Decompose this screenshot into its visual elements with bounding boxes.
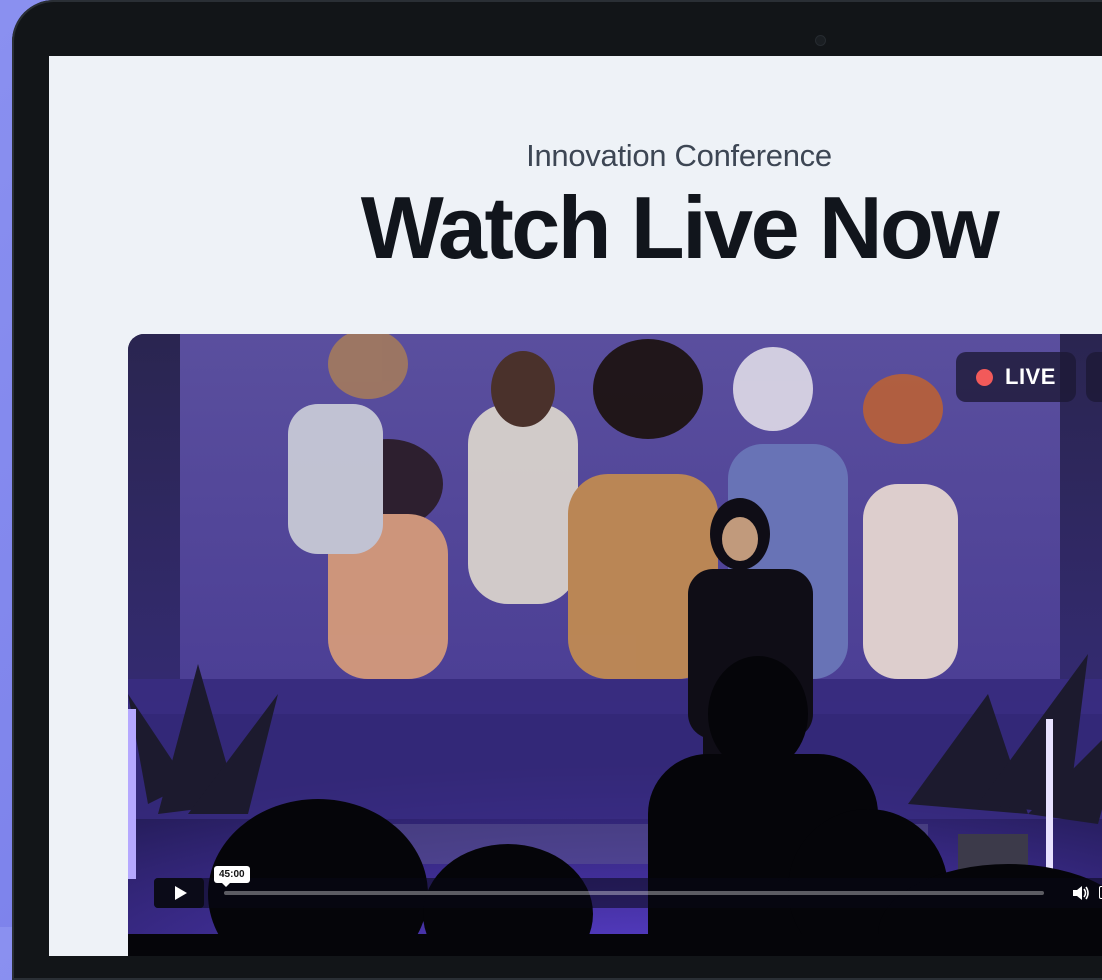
video-controls-bar: 45:00 CC	[154, 866, 1102, 908]
stage-scene-image	[128, 334, 1102, 956]
camera-icon	[815, 35, 826, 46]
volume-icon[interactable]	[1072, 885, 1090, 901]
progress-track[interactable]	[224, 891, 1044, 895]
live-badge: LIVE	[956, 352, 1076, 402]
play-icon	[174, 886, 187, 900]
play-button[interactable]	[154, 878, 204, 908]
live-label: LIVE	[1005, 364, 1056, 389]
laptop-screen: Innovation Conference Watch Live Now LIV…	[49, 56, 1102, 956]
record-dot-icon	[976, 368, 993, 386]
page-title: Watch Live Now	[360, 178, 1000, 277]
time-tooltip: 45:00	[214, 866, 250, 887]
event-subtitle: Innovation Conference	[526, 138, 832, 173]
video-player[interactable]: LIVE 45:00 CC	[128, 334, 1102, 956]
viewer-badge	[1086, 352, 1102, 402]
